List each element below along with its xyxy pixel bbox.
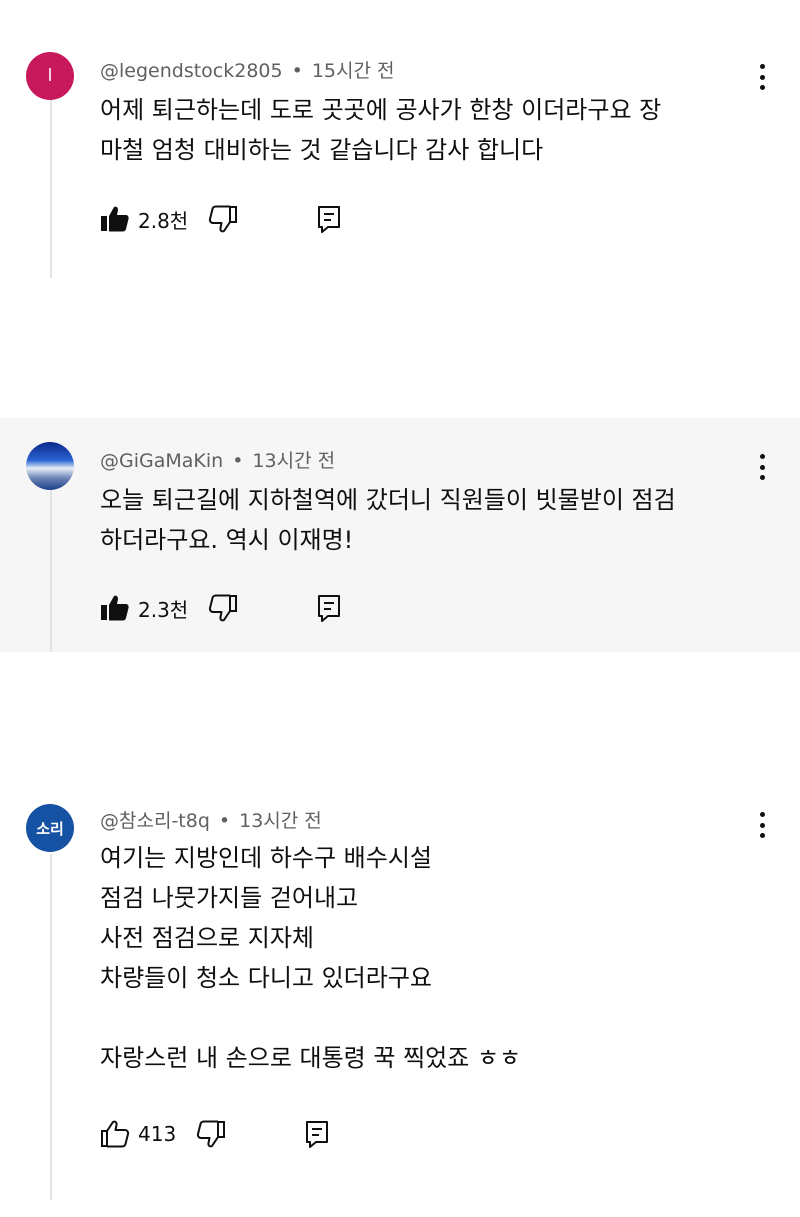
dislike-button[interactable] xyxy=(208,594,238,622)
thumb-up-icon xyxy=(100,594,130,622)
comment-text: 어제 퇴근하는데 도로 곳곳에 공사가 한창 이더라구요 장 마철 엄청 대비하… xyxy=(100,96,662,164)
comment-actions: 413 xyxy=(100,1118,330,1150)
comment-2: @GiGaMaKin • 13시간 전 오늘 퇴근길에 지하철역에 갔더니 직원들이… xyxy=(0,418,800,652)
like-button[interactable]: 2.8천 xyxy=(100,205,188,234)
comment-time[interactable]: 13시간 전 xyxy=(239,810,322,832)
like-count: 2.8천 xyxy=(138,208,189,233)
thumb-down-icon xyxy=(208,594,238,622)
comment-header: @참소리-t8q • 13시간 전 xyxy=(100,806,322,833)
separator-dot: • xyxy=(232,450,244,472)
reply-button[interactable] xyxy=(304,1120,330,1148)
dislike-button[interactable] xyxy=(196,1120,226,1148)
author-handle[interactable]: @GiGaMaKin xyxy=(100,450,223,472)
like-count: 413 xyxy=(138,1122,177,1146)
like-button[interactable]: 2.3천 xyxy=(100,594,188,623)
thumb-up-icon xyxy=(100,1120,130,1148)
avatar[interactable] xyxy=(26,442,74,490)
like-count: 2.3천 xyxy=(138,597,189,622)
thumb-down-icon xyxy=(208,205,238,233)
thumb-down-icon xyxy=(196,1120,226,1148)
comment-time[interactable]: 15시간 전 xyxy=(312,60,395,82)
reply-button[interactable] xyxy=(316,594,342,622)
comment-actions: 2.8천 xyxy=(100,203,342,235)
reply-icon xyxy=(316,205,342,233)
reply-button[interactable] xyxy=(316,205,342,233)
comment-1: l @legendstock2805 • 15시간 전 어제 퇴근하는데 도로 곳곳… xyxy=(0,0,800,300)
thread-line xyxy=(50,854,52,1200)
thread-line xyxy=(50,100,52,278)
separator-dot: • xyxy=(291,60,303,82)
avatar[interactable]: 소리 xyxy=(26,804,74,852)
thumb-up-icon xyxy=(100,205,130,233)
dislike-button[interactable] xyxy=(208,205,238,233)
comment-text: 오늘 퇴근길에 지하철역에 갔더니 직원들이 빗물받이 점검 하더라구요. 역시… xyxy=(100,486,676,554)
comment-actions: 2.3천 xyxy=(100,592,342,624)
comment-3: 소리 @참소리-t8q • 13시간 전 여기는 지방인데 하수구 배수시설 점검 … xyxy=(0,780,800,1217)
more-vert-icon[interactable] xyxy=(752,64,772,90)
more-vert-icon[interactable] xyxy=(752,454,772,480)
avatar[interactable]: l xyxy=(26,52,74,100)
separator-dot: • xyxy=(218,810,231,832)
comment-text: 여기는 지방인데 하수구 배수시설 점검 나뭇가지들 걷어내고 사전 점검으로 … xyxy=(100,844,522,1072)
reply-icon xyxy=(316,594,342,622)
like-button[interactable]: 413 xyxy=(100,1120,176,1148)
comment-time[interactable]: 13시간 전 xyxy=(252,450,335,472)
comment-header: @legendstock2805 • 15시간 전 xyxy=(100,56,395,83)
more-vert-icon[interactable] xyxy=(752,812,772,838)
comment-header: @GiGaMaKin • 13시간 전 xyxy=(100,446,335,473)
author-handle[interactable]: @참소리-t8q xyxy=(100,810,210,832)
reply-icon xyxy=(304,1120,330,1148)
author-handle[interactable]: @legendstock2805 xyxy=(100,60,283,82)
thread-line xyxy=(50,490,52,652)
